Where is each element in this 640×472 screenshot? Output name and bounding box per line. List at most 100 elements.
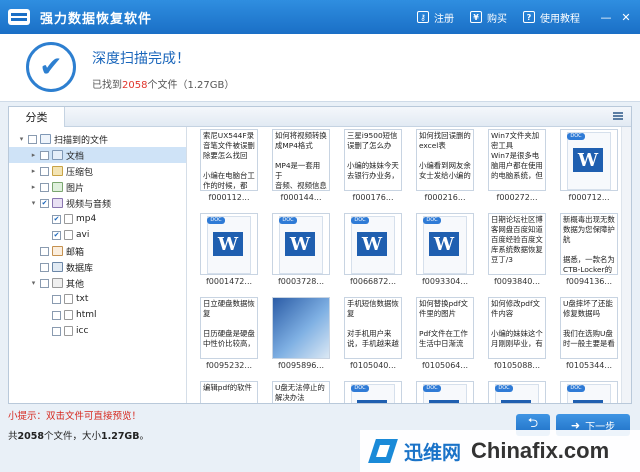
- close-button[interactable]: ✕: [618, 11, 634, 24]
- found-suffix: 个文件（1.27GB）: [147, 80, 235, 91]
- file-item[interactable]: f0095896...: [265, 297, 337, 381]
- tree-checkbox[interactable]: ✔: [52, 214, 61, 224]
- file-item[interactable]: DOCW: [553, 381, 625, 403]
- text-preview: U盘无法停止的 解决办法: [272, 381, 330, 403]
- file-icon: [64, 310, 73, 320]
- tree-node[interactable]: ✔ avi: [9, 227, 186, 243]
- file-item[interactable]: 如何替换pdf文 件里的图片 Pdf文件在工作 生活中日渐流 f0105064.…: [409, 297, 481, 381]
- buy-button[interactable]: ¥ 购买: [470, 10, 507, 25]
- tree-checkbox[interactable]: [52, 310, 61, 320]
- tree-node[interactable]: ▸ 压缩包: [9, 163, 186, 179]
- file-item[interactable]: DOC W f0001472...: [193, 213, 265, 297]
- totals-count: 2058: [17, 431, 44, 442]
- file-item[interactable]: 索尼UX544F录 音笔文件被误删 除要怎么找回 小编在电脑台工 作的时候，都 …: [193, 129, 265, 213]
- img-icon: [52, 182, 63, 192]
- tree-label: 图片: [66, 183, 85, 194]
- key-icon: ⚷: [417, 11, 429, 23]
- tree-node[interactable]: icc: [9, 323, 186, 339]
- chinafix-logo-icon: [368, 436, 398, 466]
- file-item[interactable]: DOCW: [481, 381, 553, 403]
- file-item[interactable]: U盘摔坏了还能 修复数据吗 我们在选购U盘 时一般主要是看 f0105344..…: [553, 297, 625, 381]
- tree-label: 其他: [66, 279, 85, 290]
- mail-icon: [52, 246, 63, 256]
- tree-node[interactable]: 邮箱: [9, 243, 186, 259]
- text-preview: 新概毒出现无数 数据为您保障护 航 据悉，一款名为 CTB-Locker的: [560, 213, 618, 275]
- file-item[interactable]: 手机短信数据恢 复 对手机用户来 说，手机越来越 f0105040...: [337, 297, 409, 381]
- tree-checkbox[interactable]: [52, 294, 61, 304]
- tree-node[interactable]: html: [9, 307, 186, 323]
- tree-checkbox[interactable]: [28, 134, 37, 144]
- tree-checkbox[interactable]: ✔: [52, 230, 61, 240]
- watermark-cn: 迅维网: [404, 441, 462, 464]
- results-panel: 分类 ▾ 扫描到的文件 ▸ 文档 ▸ 压缩包 ▸ 图片 ▾ ✔ 视频与音频 ✔ mp4 ✔ avi 邮箱 数据库…: [8, 106, 632, 404]
- file-item[interactable]: DOCW: [409, 381, 481, 403]
- tree-checkbox[interactable]: [52, 326, 61, 336]
- app-logo-icon: [8, 9, 30, 25]
- text-preview: Win7文件夹加 密工具 Win7是很多电 脑用户都在使用 的电脑系统，但: [488, 129, 546, 191]
- tree-node[interactable]: ▾ 其他: [9, 275, 186, 291]
- tree-checkbox[interactable]: [40, 166, 49, 176]
- file-item[interactable]: 新概毒出现无数 数据为您保障护 航 据悉，一款名为 CTB-Locker的 f00…: [553, 213, 625, 297]
- tree-checkbox[interactable]: [40, 278, 49, 288]
- tree-node[interactable]: ▸ 图片: [9, 179, 186, 195]
- tree-node[interactable]: ▸ 文档: [9, 147, 186, 163]
- expander-icon[interactable]: ▾: [17, 135, 26, 143]
- register-button[interactable]: ⚷ 注册: [417, 10, 454, 25]
- file-item[interactable]: 编辑pdf的软件: [193, 381, 265, 403]
- file-item[interactable]: 日立硬盘数据恢 复 日历硬盘是硬盘 中性价比较高， f0095232...: [193, 297, 265, 381]
- tree-label: 压缩包: [66, 167, 94, 178]
- text-preview: 三星i9500短信 误删了怎么办 小编的妹妹今天 去银行办业务，: [344, 129, 402, 191]
- file-item[interactable]: 三星i9500短信 误删了怎么办 小编的妹妹今天 去银行办业务， f000176…: [337, 129, 409, 213]
- file-name: f0001472...: [205, 277, 253, 286]
- file-item[interactable]: 日期论坛社区博 客网盘百度知道 百度经验百度文 库系统数据恢复 豆丁/3 f00…: [481, 213, 553, 297]
- totals-middle: 个文件，大小: [43, 431, 101, 442]
- title-bar: 强力数据恢复软件 ⚷ 注册 ¥ 购买 ? 使用教程 — ✕: [0, 0, 640, 34]
- tip-text: 小提示：双击文件可直接预览！: [8, 411, 142, 422]
- tree-checkbox[interactable]: [40, 262, 49, 272]
- tree-label: 邮箱: [66, 247, 85, 258]
- file-item[interactable]: 如何找回误删的 excel表 小编看到网友余 女士发给小编的 f000216..…: [409, 129, 481, 213]
- tree-node[interactable]: 数据库: [9, 259, 186, 275]
- expander-icon[interactable]: ▸: [29, 167, 38, 175]
- file-icon: [64, 326, 73, 336]
- grid-scrollbar[interactable]: [621, 127, 631, 403]
- expander-icon[interactable]: ▾: [29, 279, 38, 287]
- help-button[interactable]: ? 使用教程: [523, 10, 580, 25]
- oth-icon: [52, 278, 63, 288]
- file-item[interactable]: 如何修改pdf文 件内容 小编的妹妹这个 月刚刚毕业，有 f0105088...: [481, 297, 553, 381]
- tree-node[interactable]: ✔ mp4: [9, 211, 186, 227]
- file-name: f0105064...: [421, 361, 469, 370]
- expander-icon[interactable]: ▾: [29, 199, 38, 207]
- file-name: f0094136...: [565, 277, 613, 286]
- text-preview: 日立硬盘数据恢 复 日历硬盘是硬盘 中性价比较高，: [200, 297, 258, 359]
- buy-label: 购买: [487, 13, 507, 25]
- file-item[interactable]: DOC W f0066872...: [337, 213, 409, 297]
- tree-checkbox[interactable]: [40, 246, 49, 256]
- expander-icon[interactable]: ▸: [29, 151, 38, 159]
- file-item[interactable]: DOC W f000712...: [553, 129, 625, 213]
- file-item[interactable]: 如何将视频转换 成MP4格式 MP4是一套用于 音频、视频信息 的压缩编码标准 f…: [265, 129, 337, 213]
- tree-checkbox[interactable]: [40, 150, 49, 160]
- word-document-icon: DOCW: [416, 213, 474, 275]
- menu-icon[interactable]: [613, 112, 623, 120]
- tree-node[interactable]: ▾ ✔ 视频与音频: [9, 195, 186, 211]
- text-preview: U盘摔坏了还能 修复数据吗 我们在选购U盘 时一般主要是看: [560, 297, 618, 359]
- tree-checkbox[interactable]: ✔: [40, 198, 49, 208]
- tree-node[interactable]: ▾ 扫描到的文件: [9, 131, 186, 147]
- word-document-icon: DOCW: [344, 213, 402, 275]
- tree-checkbox[interactable]: [40, 182, 49, 192]
- minimize-button[interactable]: —: [598, 11, 614, 24]
- tree-label: 视频与音频: [66, 199, 112, 210]
- tree-label: icc: [76, 326, 89, 336]
- file-item[interactable]: DOCW: [337, 381, 409, 403]
- file-item[interactable]: U盘无法停止的 解决办法: [265, 381, 337, 403]
- file-item[interactable]: DOC W f0093304...: [409, 213, 481, 297]
- file-item[interactable]: DOC W f0003728...: [265, 213, 337, 297]
- text-preview: 如何修改pdf文 件内容 小编的妹妹这个 月刚刚毕业，有: [488, 297, 546, 359]
- tab-category[interactable]: 分类: [9, 107, 65, 127]
- expander-icon[interactable]: ▸: [29, 183, 38, 191]
- tree-node[interactable]: txt: [9, 291, 186, 307]
- scan-summary: ✔ 深度扫描完成！ 已找到2058个文件（1.27GB）: [0, 34, 640, 102]
- file-item[interactable]: Win7文件夹加 密工具 Win7是很多电 脑用户都在使用 的电脑系统，但 f0…: [481, 129, 553, 213]
- watermark: 迅维网 Chinafix.com: [360, 430, 640, 472]
